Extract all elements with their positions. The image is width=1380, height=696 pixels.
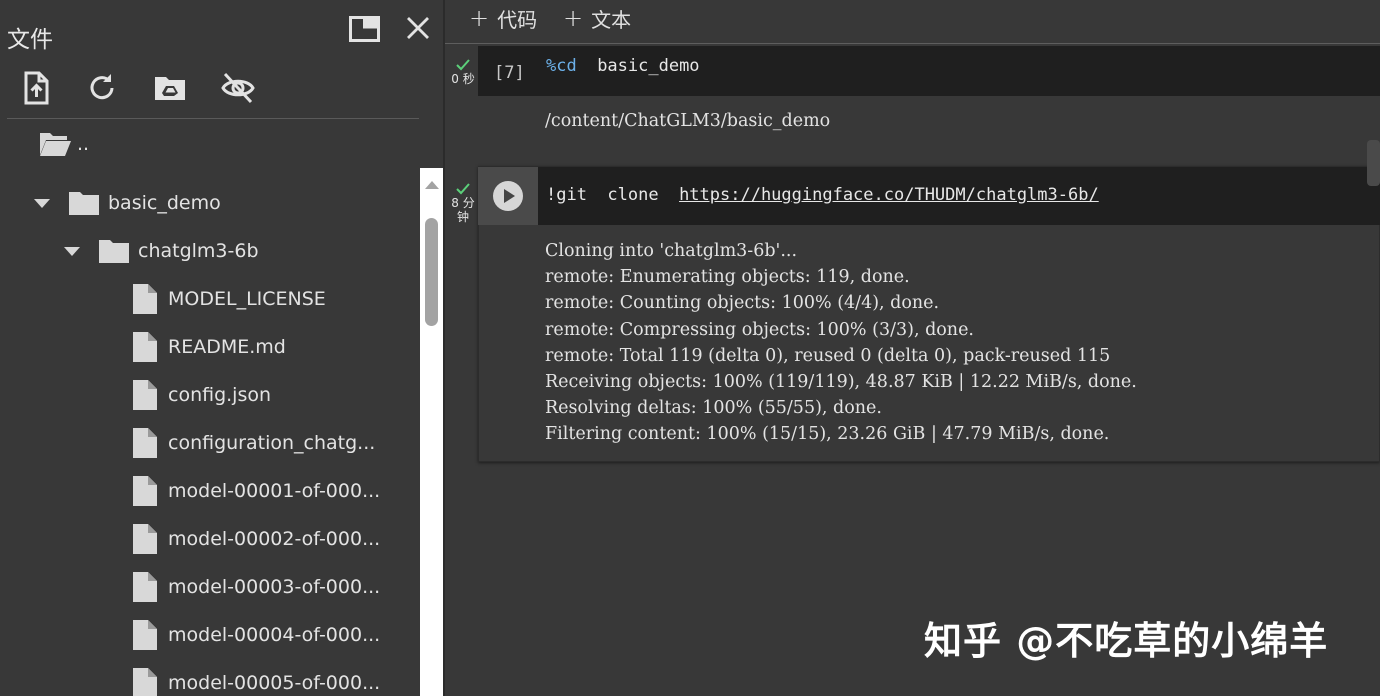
tree-item-basic-demo[interactable]: basic_demo — [0, 179, 420, 227]
cell-output: Cloning into 'chatglm3-6b'... remote: En… — [479, 225, 1379, 461]
execution-time-unit: 钟 — [456, 210, 469, 224]
file-icon — [133, 428, 157, 458]
folder-icon — [69, 192, 99, 215]
code-cell-editor[interactable]: !git clone https://huggingface.co/THUDM/… — [538, 167, 1380, 225]
run-cell-button[interactable] — [478, 167, 538, 225]
output-text: Cloning into 'chatglm3-6b'... remote: En… — [545, 241, 1137, 445]
folder-open-icon — [40, 133, 71, 156]
file-icon — [133, 332, 157, 362]
tree-item-label: config.json — [168, 384, 272, 406]
file-icon — [133, 380, 157, 410]
output-text: /content/ChatGLM3/basic_demo — [545, 111, 831, 131]
tree-item-label: configuration_chatg... — [168, 432, 376, 454]
tree-item-file[interactable]: model-00005-of-000... — [0, 659, 420, 696]
code-cell-editor[interactable]: [7] %cd basic_demo — [478, 46, 1380, 96]
tree-item-file[interactable]: config.json — [0, 371, 420, 419]
play-icon — [493, 181, 523, 211]
tree-item-label: MODEL_LICENSE — [168, 288, 326, 310]
file-icon — [133, 668, 157, 696]
watermark: 知乎 @不吃草的小绵羊 — [924, 619, 1329, 663]
plus-icon: + — [469, 4, 490, 32]
file-icon — [133, 620, 157, 650]
cell-output: /content/ChatGLM3/basic_demo — [478, 96, 1380, 156]
code-line: %cd basic_demo — [546, 56, 700, 76]
refresh-icon[interactable] — [84, 70, 120, 106]
execution-time: 8 分 — [451, 196, 475, 210]
file-panel: 文件 .. basic_demo chatglm3-6b MODEL_LICEN… — [0, 0, 444, 696]
add-text-label: 文本 — [591, 7, 632, 32]
tree-item-label: chatglm3-6b — [138, 240, 259, 262]
file-icon — [133, 524, 157, 554]
tree-item-label: README.md — [168, 336, 286, 358]
caret-down-icon[interactable] — [62, 241, 82, 261]
notebook-toolbar: + 代码 + 文本 — [445, 0, 1380, 44]
add-code-label: 代码 — [497, 7, 538, 32]
folder-icon — [99, 240, 129, 263]
code-command: !git clone — [546, 185, 680, 205]
tree-item-file[interactable]: model-00003-of-000... — [0, 563, 420, 611]
check-icon — [456, 59, 470, 71]
tree-item-file[interactable]: README.md — [0, 323, 420, 371]
tree-item-label: model-00001-of-000... — [168, 480, 381, 502]
notebook-area: + 代码 + 文本 0 秒 [7] %cd basic_demo /conten… — [445, 0, 1380, 696]
add-text-cell-button[interactable]: + 文本 — [563, 4, 631, 32]
scroll-up-arrow-icon[interactable] — [423, 178, 441, 192]
tree-item-chatglm3-6b[interactable]: chatglm3-6b — [0, 227, 420, 275]
add-code-cell-button[interactable]: + 代码 — [469, 4, 537, 32]
file-panel-title: 文件 — [7, 27, 53, 53]
code-url-link[interactable]: https://huggingface.co/THUDM/chatglm3-6b… — [679, 185, 1099, 205]
file-icon — [133, 476, 157, 506]
check-icon — [456, 183, 470, 195]
cell-status: 8 分 钟 — [447, 182, 479, 224]
tree-item-label: .. — [77, 133, 90, 155]
tree-item-file[interactable]: model-00001-of-000... — [0, 467, 420, 515]
toolbar-divider — [7, 118, 419, 119]
close-icon[interactable] — [404, 14, 432, 42]
tree-item-label: model-00003-of-000... — [168, 576, 381, 598]
notebook-scroll-thumb[interactable] — [1367, 140, 1380, 186]
file-tree: .. basic_demo chatglm3-6b MODEL_LICENSE … — [0, 120, 420, 696]
tree-item-label: basic_demo — [108, 192, 221, 214]
mount-drive-icon[interactable] — [152, 70, 188, 106]
hide-hidden-files-icon[interactable] — [220, 70, 256, 106]
code-argument: basic_demo — [576, 56, 700, 76]
tree-item-label: model-00005-of-000... — [168, 672, 381, 694]
execution-time: 0 秒 — [451, 72, 475, 86]
file-icon — [133, 572, 157, 602]
file-tree-scroll-thumb[interactable] — [425, 218, 438, 326]
file-icon — [133, 284, 157, 314]
tree-item-parent[interactable]: .. — [0, 120, 420, 168]
magic-command: %cd — [546, 56, 577, 76]
plus-icon: + — [563, 4, 584, 32]
tree-item-file[interactable]: model-00004-of-000... — [0, 611, 420, 659]
cell-status: 0 秒 — [447, 58, 479, 86]
open-in-tab-icon[interactable] — [349, 16, 380, 42]
execution-count: [7] — [494, 63, 525, 83]
tree-item-file[interactable]: configuration_chatg... — [0, 419, 420, 467]
caret-down-icon[interactable] — [32, 193, 52, 213]
upload-file-icon[interactable] — [18, 70, 54, 106]
code-line: !git clone https://huggingface.co/THUDM/… — [546, 185, 1099, 205]
tree-item-label: model-00002-of-000... — [168, 528, 381, 550]
tree-item-label: model-00004-of-000... — [168, 624, 381, 646]
tree-item-file[interactable]: MODEL_LICENSE — [0, 275, 420, 323]
tree-item-file[interactable]: model-00002-of-000... — [0, 515, 420, 563]
